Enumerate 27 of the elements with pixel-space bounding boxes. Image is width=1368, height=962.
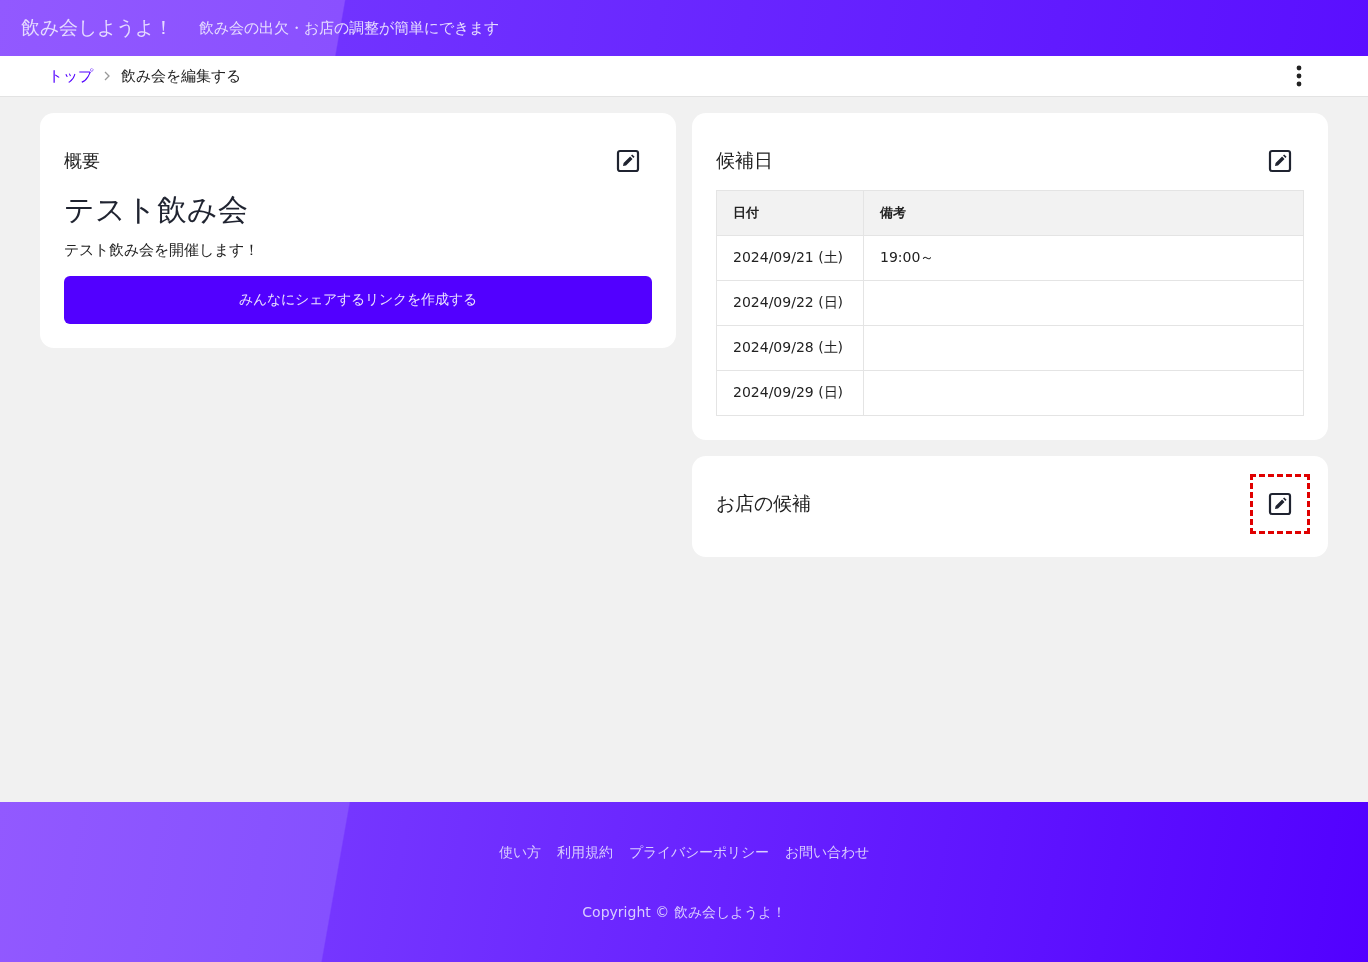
event-description: テスト飲み会を開催します！ bbox=[64, 241, 260, 260]
date-cell: 2024/09/28 (土) bbox=[716, 325, 864, 371]
column-header: 日付 bbox=[716, 190, 864, 236]
share-link-button[interactable]: みんなにシェアするリンクを作成する bbox=[64, 276, 652, 324]
chevron-right-icon bbox=[103, 70, 111, 82]
site-logo[interactable]: 飲み会しようよ！ bbox=[21, 15, 173, 41]
footer-link[interactable]: お問い合わせ bbox=[785, 844, 869, 862]
more-menu-icon[interactable] bbox=[1296, 65, 1302, 87]
breadcrumb-link[interactable]: トップ bbox=[48, 66, 93, 86]
edit-icon[interactable] bbox=[616, 149, 640, 173]
note-cell: 19:00～ bbox=[863, 235, 1304, 281]
card-title: 候補日 bbox=[716, 148, 773, 173]
date-cell: 2024/09/21 (土) bbox=[716, 235, 864, 281]
footer-link[interactable]: プライバシーポリシー bbox=[629, 844, 769, 862]
site-tagline: 飲み会の出欠・お店の調整が簡単にできます bbox=[199, 18, 499, 38]
date-cell: 2024/09/29 (日) bbox=[716, 370, 864, 416]
footer-link[interactable]: 利用規約 bbox=[557, 844, 613, 862]
card-title: お店の候補 bbox=[716, 491, 811, 516]
date-cell: 2024/09/22 (日) bbox=[716, 280, 864, 326]
card-title: 概要 bbox=[64, 149, 100, 173]
column-header: 備考 bbox=[863, 190, 1304, 236]
footer-link[interactable]: 使い方 bbox=[499, 844, 541, 862]
breadcrumb-current: 飲み会を編集する bbox=[121, 66, 241, 86]
edit-icon[interactable] bbox=[1268, 149, 1292, 173]
copyright-text: Copyright © 飲み会しようよ！ bbox=[582, 904, 786, 922]
edit-icon[interactable] bbox=[1268, 492, 1292, 516]
event-name: テスト飲み会 bbox=[64, 191, 249, 229]
